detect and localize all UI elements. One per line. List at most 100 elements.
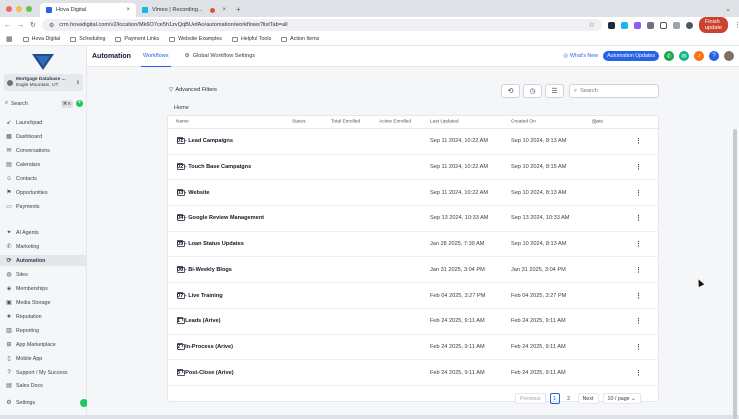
sidebar-item-support-my-success[interactable]: ? Support / My Success (0, 367, 86, 378)
scrollbar[interactable] (733, 129, 737, 419)
row-menu-icon[interactable]: ⋮ (635, 214, 642, 222)
quick-add-icon[interactable]: + (76, 100, 83, 107)
row-menu-icon[interactable]: ⋮ (635, 163, 642, 171)
table-row[interactable]: 03 - Website Sep 11 2024, 10:22 AM Sep 10 … (168, 180, 660, 207)
extension-icon[interactable] (633, 21, 641, 29)
bookmark-payment-links[interactable]: Payment Links (115, 36, 159, 42)
bell-icon[interactable]: ♪ (694, 51, 704, 61)
sidebar-item-marketing[interactable]: ✆ Marketing (0, 241, 86, 252)
bookmark-helpful-tools[interactable]: Helpful Tools (231, 36, 271, 42)
sidebar-item-launchpad[interactable]: ➹ Launchpad (0, 117, 86, 128)
close-window-button[interactable] (6, 6, 12, 12)
close-tab-icon[interactable]: × (126, 7, 130, 13)
row-menu-icon[interactable]: ⋮ (635, 266, 642, 274)
sidebar-search[interactable]: ⌕ Search ⌘ K + (5, 99, 83, 108)
previous-page-button[interactable]: Previous (515, 393, 546, 404)
finish-update-button[interactable]: Finish update (698, 17, 728, 33)
table-row[interactable]: 05 - Loan Status Updates Jan 28 2025, 7:3… (168, 232, 660, 258)
bookmark-action-items[interactable]: Action Items (281, 36, 319, 42)
zoom-window-button[interactable] (26, 6, 32, 12)
clock-icon[interactable]: ◷ (523, 84, 542, 98)
bookmark-hova-digital[interactable]: Hova Digital (22, 36, 60, 42)
table-row[interactable]: 02 - Touch Base Campaigns Sep 11 2024, 10… (168, 155, 660, 181)
chat-icon[interactable]: ✉ (679, 51, 689, 61)
row-menu-icon[interactable]: ⋮ (635, 137, 642, 145)
tab-global-workflow-settings[interactable]: ⚙ Global Workflow Settings (185, 53, 255, 59)
table-row[interactable]: 06 - Bi-Weekly Blogs Jan 31 2025, 3:04 PM… (168, 258, 660, 284)
sidebar-item-ai-agents[interactable]: ✦ AI Agents (0, 227, 86, 238)
sidebar-item-calendars[interactable]: ▤ Calendars (0, 159, 86, 170)
sidebar-item-reputation[interactable]: ★ Reputation (0, 311, 86, 322)
sidebar-item-mobile-app[interactable]: ▯ Mobile App (0, 353, 86, 364)
table-row[interactable]: 2 - In-Process (Arive) Feb 24 2025, 9:11 … (168, 335, 660, 361)
advanced-filters-button[interactable]: ▽ Advanced Filters (169, 87, 217, 93)
col-created-on[interactable]: Created On (511, 120, 536, 125)
sidebar-item-automation[interactable]: ⟳ Automation (0, 255, 86, 266)
sidebar-item-reporting[interactable]: ▥ Reporting (0, 325, 86, 336)
row-menu-icon[interactable]: ⋮ (635, 369, 642, 377)
sidebar-item-opportunities[interactable]: ⚑ Opportunities (0, 187, 86, 198)
profile-icon[interactable] (685, 21, 693, 29)
apps-grid-icon[interactable]: ▦ (6, 35, 13, 43)
minimize-window-button[interactable] (16, 6, 22, 12)
whats-new-button[interactable]: ◎ What's New (563, 53, 598, 59)
automation-updates-button[interactable]: Automation Updates (603, 51, 659, 61)
row-menu-icon[interactable]: ⋮ (635, 292, 642, 300)
page-size-select[interactable]: 10 / page ⌄ (602, 393, 641, 404)
col-status[interactable]: Status (292, 120, 306, 125)
row-menu-icon[interactable]: ⋮ (635, 189, 642, 197)
sidebar-item-sales-docs[interactable]: ▤ Sales Docs (0, 380, 86, 391)
account-switcher[interactable]: Mortgage Database ... Eagle Mountain, UT… (4, 74, 83, 91)
sidebar-item-app-marketplace[interactable]: ⊞ App Marketplace (0, 339, 86, 350)
bookmark-star-icon[interactable]: ☆ (589, 21, 595, 29)
col-active-enrolled[interactable]: Active Enrolled (379, 120, 411, 125)
breadcrumb[interactable]: Home (174, 105, 189, 111)
site-info-icon[interactable]: ⚙ (49, 22, 54, 29)
sidebar-item-media-storage[interactable]: ▣ Media Storage (0, 297, 86, 308)
table-row[interactable]: 01 - Lead Campaigns Sep 11 2024, 10:22 AM… (168, 129, 660, 155)
row-menu-icon[interactable]: ⋮ (635, 343, 642, 351)
page-2-button[interactable]: 2 (564, 393, 574, 404)
close-tab-icon[interactable]: × (222, 7, 226, 13)
tab-list-chevron-icon[interactable]: ⌄ (717, 5, 739, 17)
tab-workflows[interactable]: Workflows (140, 46, 171, 67)
table-row[interactable]: 07 - Live Training Feb 04 2025, 3:27 PM Fe… (168, 283, 660, 309)
new-tab-button[interactable]: + (232, 5, 245, 17)
back-icon[interactable]: ← (4, 22, 11, 29)
page-1-button[interactable]: 1 (549, 393, 560, 404)
sidebar-item-payments[interactable]: ▭ Payments (0, 201, 86, 212)
table-row[interactable]: 1 - Leads (Arive) Feb 24 2025, 9:11 AM Feb… (168, 309, 660, 335)
table-row[interactable]: 04 - Google Review Management Sep 13 2024… (168, 206, 660, 232)
sidebar-item-dashboard[interactable]: ▦ Dashboard (0, 131, 86, 142)
extension-icon[interactable] (607, 21, 615, 29)
next-page-button[interactable]: Next (577, 393, 599, 404)
reload-icon[interactable]: ↻ (30, 21, 36, 29)
col-name[interactable]: Name (176, 120, 189, 125)
sidebar-item-conversations[interactable]: ✉ Conversations (0, 145, 86, 156)
browser-menu-icon[interactable]: ⋮ (734, 21, 739, 29)
list-view-icon[interactable]: ☰ (545, 84, 564, 98)
url-field[interactable]: ⚙ crm.hovadigital.com/v2/location/Mk6O7c… (41, 19, 602, 31)
table-row[interactable]: 3 - Post-Close (Arive) Feb 24 2025, 9:11 … (168, 360, 660, 386)
sidebar-item-memberships[interactable]: ◈ Memberships (0, 283, 86, 294)
download-icon[interactable] (672, 21, 680, 29)
bookmark-website-examples[interactable]: Website Examples (169, 36, 222, 42)
sidebar-toggle-icon[interactable] (659, 21, 667, 29)
sidebar-item-settings[interactable]: ⚙ Settings (0, 397, 86, 408)
help-icon[interactable]: ? (709, 51, 719, 61)
forward-icon[interactable]: → (17, 22, 24, 29)
avatar[interactable] (724, 51, 734, 61)
col-last-updated[interactable]: Last Updated (430, 120, 459, 125)
phone-icon[interactable]: ✆ (664, 51, 674, 61)
browser-tab-vimeo[interactable]: Vimeo | Recording... × (136, 3, 232, 17)
browser-tab-hova[interactable]: Hova Digital × (40, 3, 136, 17)
row-menu-icon[interactable]: ⋮ (635, 240, 642, 248)
row-menu-icon[interactable]: ⋮ (635, 317, 642, 325)
col-total-enrolled[interactable]: Total Enrolled (331, 120, 360, 125)
bookmark-scheduling[interactable]: Scheduling (70, 36, 105, 42)
workflow-search-input[interactable] (580, 88, 651, 94)
vimeo-extension-icon[interactable] (620, 21, 628, 29)
puzzle-icon[interactable] (646, 21, 654, 29)
history-icon[interactable]: ⟲ (501, 84, 520, 98)
sidebar-item-sites[interactable]: ◍ Sites (0, 269, 86, 280)
